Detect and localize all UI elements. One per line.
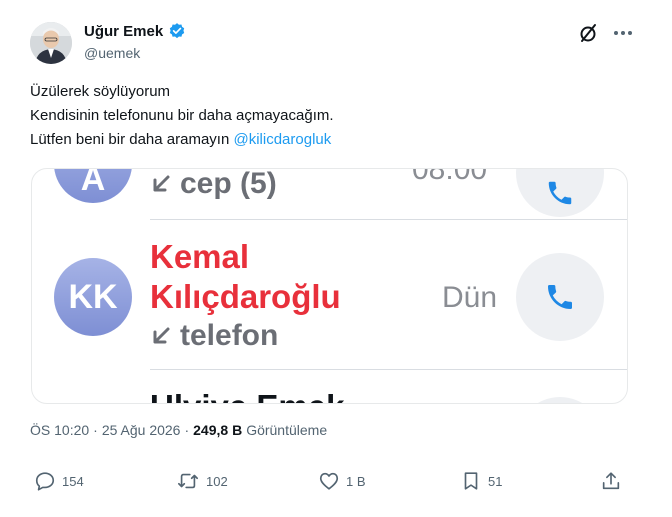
views-label: Görüntüleme [246,422,328,438]
repost-icon [178,473,198,489]
grok-icon[interactable] [578,22,600,44]
phone-icon [548,181,572,205]
author-avatar[interactable] [30,22,72,64]
call-button-top [516,169,604,217]
contact-day: Dün [442,281,498,314]
mention-link[interactable]: @kilicdarogluk [233,131,331,148]
more-options-icon[interactable] [610,24,636,42]
tweet-text: Üzülerek söylüyorum Kendisinin telefonun… [30,80,334,152]
contact-avatar-top: A [54,168,132,203]
share-button[interactable] [600,470,622,492]
tweet-line: Kendisinin telefonunu bir daha açmayacağ… [30,107,334,124]
contact-sub-top-label: cep (5) [180,168,277,200]
author-name-row: Uğur Emek [84,22,186,40]
list-divider [150,369,627,370]
verified-badge-icon [168,22,186,40]
reply-icon [35,472,55,491]
phone-icon [548,285,572,309]
contact-avatar: KK [54,258,132,336]
tweet-actions: 154 102 1 B 51 [30,470,630,500]
author-display-name[interactable]: Uğur Emek [84,23,163,40]
bookmark-count: 51 [488,473,503,489]
tweet-line-text: Lütfen beni bir daha aramayın [30,131,230,148]
contact-name: Kemal Kılıçdaroğlu [150,237,341,317]
contact-avatar-top-initial: A [80,168,106,198]
views-count: 249,8 B [193,422,243,438]
contact-sub-top: cep (5) [150,168,277,201]
repost-button[interactable]: 102 [176,470,228,492]
tweet-meta: ÖS 10:20 · 25 Ağu 2026 · 249,8 B Görüntü… [30,422,327,438]
contact-sub: telefon [150,319,278,353]
contact-avatar-initials: KK [68,277,118,316]
reply-button[interactable]: 154 [34,470,84,492]
repost-count: 102 [206,473,228,489]
incoming-arrow-icon [153,175,170,192]
call-button [516,253,604,341]
contact-name-bottom: Ulviye Emek [150,387,344,403]
tweet: Uğur Emek @uemek Üzülerek söylüyorum Ken… [0,0,672,517]
meta-separator: · [184,422,190,438]
list-divider [150,219,627,220]
meta-separator: · [93,422,98,438]
contact-name-line1: Kemal [150,238,250,275]
tweet-media-image[interactable]: A cep (5) 08:00 KK Kemal Kılıçdaroğlu Dü… [31,168,628,404]
bookmark-button[interactable]: 51 [460,470,502,492]
contact-sub-label: telefon [180,319,279,352]
tweet-line: Üzülerek söylüyorum [30,83,171,100]
heart-icon [319,472,339,490]
like-button[interactable]: 1 B [318,470,366,492]
call-button-bottom [516,397,604,403]
tweet-line: Lütfen beni bir daha aramayın @kilicdaro… [30,128,334,152]
contact-time-top: 08:00 [412,168,488,186]
bookmark-icon [464,472,478,490]
like-count: 1 B [346,473,366,489]
incoming-arrow-icon [153,327,170,344]
tweet-time[interactable]: ÖS 10:20 [30,422,89,438]
tweet-date[interactable]: 25 Ağu 2026 [102,422,181,438]
contact-name-line2: Kılıçdaroğlu [150,278,341,315]
author-handle[interactable]: @uemek [84,45,140,61]
share-icon [602,472,620,490]
reply-count: 154 [62,473,84,489]
